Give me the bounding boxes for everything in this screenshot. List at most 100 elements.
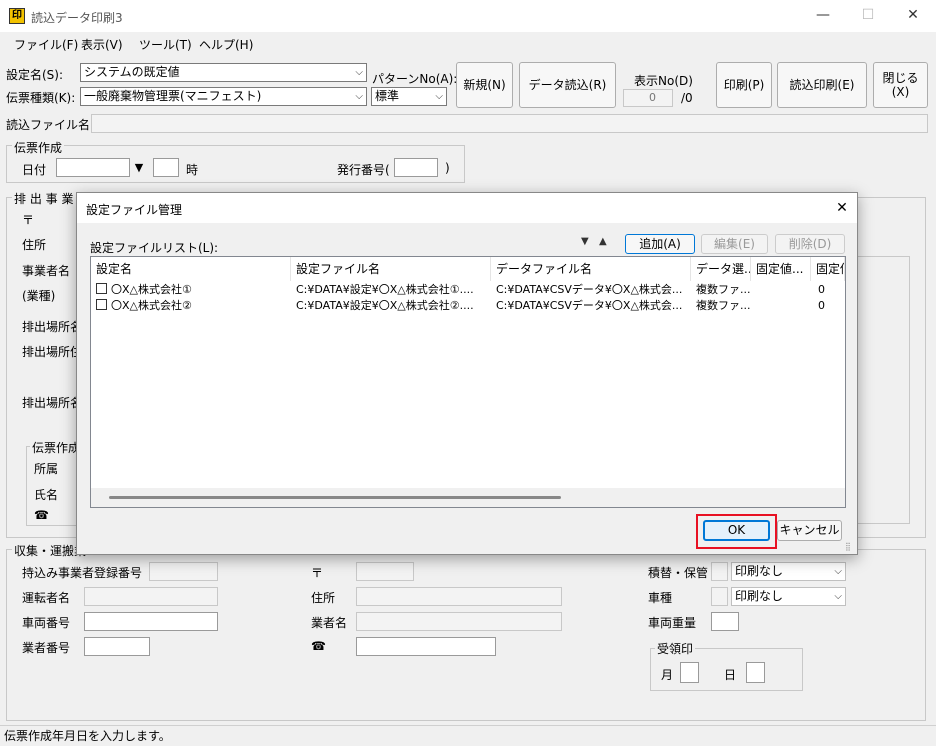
table-row[interactable]: 〇X△株式会社② C:¥DATA¥設定¥〇X△株式会社②.... C:¥DATA… xyxy=(91,298,845,314)
horizontal-scrollbar[interactable] xyxy=(91,488,845,507)
chevron-down-icon: ⌵ xyxy=(834,591,842,602)
column-header-fixed1[interactable]: 固定値... xyxy=(751,257,811,281)
vehicle-no-input[interactable] xyxy=(84,612,218,631)
maximize-button[interactable]: ☐ xyxy=(845,0,891,32)
print-button[interactable]: 印刷(P) xyxy=(716,62,772,108)
column-header-data-select[interactable]: データ選... xyxy=(691,257,751,281)
row-fixed2: 0 xyxy=(818,283,825,296)
data-read-button[interactable]: データ読込(R) xyxy=(519,62,616,108)
display-no-value: 0 xyxy=(649,91,656,104)
chevron-down-icon: ⌵ xyxy=(834,566,842,577)
column-header-data-file[interactable]: データファイル名 xyxy=(491,257,691,281)
close-window-button[interactable]: ✕ xyxy=(890,0,936,32)
row-checkbox[interactable] xyxy=(96,283,107,294)
reg-no-field xyxy=(149,562,218,581)
collect-postal-field xyxy=(356,562,414,581)
new-button[interactable]: 新規(N) xyxy=(456,62,513,108)
operator-no-input[interactable] xyxy=(84,637,150,656)
driver-label: 運転者名 xyxy=(22,591,71,605)
dialog-close-button[interactable]: ✕ xyxy=(831,197,853,219)
collect-phone-input[interactable] xyxy=(356,637,496,656)
menu-file[interactable]: ファイル(F) xyxy=(14,36,78,53)
site-name-label: 排出場所名 xyxy=(22,320,83,334)
collect-address-field xyxy=(356,587,562,606)
collect-company-field xyxy=(356,612,562,631)
close-button[interactable]: 閉じる(X) xyxy=(873,62,928,108)
date-input[interactable] xyxy=(56,158,130,177)
row-checkbox[interactable] xyxy=(96,299,107,310)
vehicle-type-value: 印刷なし xyxy=(735,589,784,603)
row-name-text: 〇X△株式会社① xyxy=(111,283,192,296)
row-data-file: C:¥DATA¥CSVデータ¥〇X△株式会... xyxy=(496,283,683,296)
add-button[interactable]: 追加(A) xyxy=(625,234,695,254)
menu-tools[interactable]: ツール(T) xyxy=(139,36,192,53)
read-print-button[interactable]: 読込印刷(E) xyxy=(777,62,867,108)
storage-check-field xyxy=(711,562,728,581)
issue-no-label: 発行番号( xyxy=(337,163,390,177)
edit-button[interactable]: 編集(E) xyxy=(701,234,768,254)
date-label: 日付 xyxy=(22,163,47,177)
menu-view[interactable]: 表示(V) xyxy=(81,36,123,53)
month-label: 月 xyxy=(661,668,674,682)
column-header-setting-name[interactable]: 設定名 xyxy=(91,257,291,281)
minimize-button[interactable]: — xyxy=(800,0,846,32)
name-label: 氏名 xyxy=(34,488,59,502)
delete-button[interactable]: 削除(D) xyxy=(775,234,845,254)
emitter-right-box xyxy=(856,256,910,524)
chevron-down-icon: ⌵ xyxy=(435,91,443,102)
menu-help[interactable]: ヘルプ(H) xyxy=(199,36,253,53)
slip-type-select[interactable]: 一般廃棄物管理票(マニフェスト) ⌵ xyxy=(80,87,367,106)
issue-close: ) xyxy=(445,161,450,175)
phone-icon: ☎ xyxy=(34,508,49,522)
status-bar: 伝票作成年月日を入力します。 xyxy=(0,725,936,746)
collect-company-label: 業者名 xyxy=(311,616,348,630)
pattern-select[interactable]: 標準 ⌵ xyxy=(371,87,447,106)
ok-button[interactable]: OK xyxy=(703,520,770,541)
column-header-setting-file[interactable]: 設定ファイル名 xyxy=(291,257,491,281)
vehicle-type-check-field xyxy=(711,587,728,606)
reg-no-label: 持込み事業者登録番号 xyxy=(22,566,143,580)
move-down-button[interactable]: ▼ xyxy=(581,236,589,247)
display-no-label: 表示No(D) xyxy=(634,74,693,88)
chevron-down-icon: ⌵ xyxy=(355,91,363,102)
weight-input[interactable] xyxy=(711,612,739,631)
resize-grip-icon[interactable]: ⣿ xyxy=(845,542,851,551)
row-setting-file: C:¥DATA¥設定¥〇X△株式会社①.... xyxy=(296,283,474,296)
move-up-button[interactable]: ▲ xyxy=(599,236,607,247)
settings-file-dialog: 設定ファイル管理 ✕ 設定ファイルリスト(L): ▼ ▲ 追加(A) 編集(E)… xyxy=(76,192,858,555)
read-file-label: 読込ファイル名 xyxy=(6,118,91,132)
storage-value: 印刷なし xyxy=(735,564,784,578)
driver-field xyxy=(84,587,218,606)
chevron-down-icon: ⌵ xyxy=(355,67,363,78)
column-header-fixed2[interactable]: 固定値 xyxy=(811,257,845,281)
creator-subgroup-title: 伝票作成 xyxy=(30,439,83,456)
setting-name-select[interactable]: システムの既定値 ⌵ xyxy=(80,63,367,82)
day-label: 日 xyxy=(724,668,737,682)
collect-postal-label: 〒 xyxy=(311,566,324,580)
date-dropdown[interactable]: ▼ xyxy=(131,158,147,177)
window-title: 読込データ印刷3 xyxy=(31,11,123,25)
slip-group-title: 伝票作成 xyxy=(12,139,65,156)
display-no-stepper[interactable]: 0 xyxy=(623,89,673,107)
storage-select[interactable]: 印刷なし ⌵ xyxy=(731,562,846,581)
emitter-postal-label: 〒 xyxy=(22,213,35,227)
month-input[interactable] xyxy=(680,662,699,683)
slip-type-label: 伝票種類(K): xyxy=(6,91,76,105)
scrollbar-thumb[interactable] xyxy=(109,496,561,499)
table-row[interactable]: 〇X△株式会社① C:¥DATA¥設定¥〇X△株式会社①.... C:¥DATA… xyxy=(91,282,845,298)
emitter-company-label: 事業者名 xyxy=(22,264,71,278)
day-input[interactable] xyxy=(746,662,765,683)
dept-label: 所属 xyxy=(34,462,59,476)
issue-no-input[interactable] xyxy=(394,158,438,177)
row-fixed1 xyxy=(751,282,811,298)
collect-phone-icon: ☎ xyxy=(311,639,326,653)
vehicle-type-select[interactable]: 印刷なし ⌵ xyxy=(731,587,846,606)
settings-file-list[interactable]: 設定名 設定ファイル名 データファイル名 データ選... 固定値... 固定値 … xyxy=(90,256,846,508)
row-data-select: 複数ファ... xyxy=(696,299,751,312)
receipt-group-title: 受領印 xyxy=(655,640,696,657)
cancel-button[interactable]: キャンセル xyxy=(777,520,842,541)
hour-input[interactable] xyxy=(153,158,179,177)
site-address-label: 排出場所住 xyxy=(22,345,83,359)
display-total: /0 xyxy=(681,91,693,105)
emitter-type-label: (業種) xyxy=(22,289,56,303)
